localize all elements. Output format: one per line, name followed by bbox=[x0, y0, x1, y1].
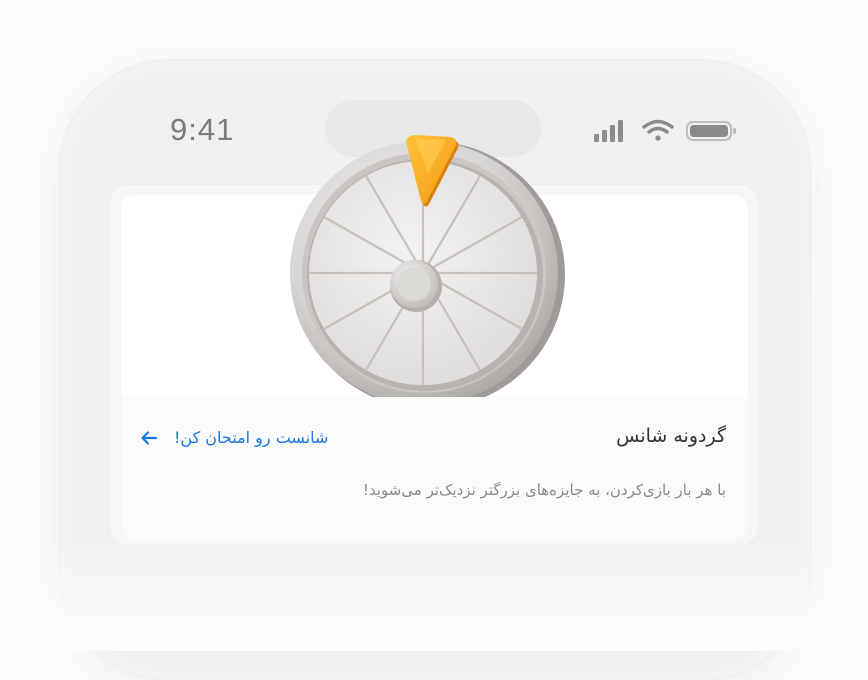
status-icons bbox=[594, 119, 736, 142]
bottom-fade bbox=[0, 540, 868, 651]
try-your-luck-link[interactable]: شانست رو امتحان کن! bbox=[140, 428, 328, 447]
wifi-icon bbox=[642, 119, 674, 141]
wheel-of-fortune-image bbox=[290, 135, 565, 397]
status-time: 9:41 bbox=[170, 112, 235, 147]
card-footer bbox=[121, 395, 748, 540]
try-your-luck-label: شانست رو امتحان کن! bbox=[174, 428, 329, 447]
arrow-left-icon bbox=[141, 430, 158, 445]
battery-icon bbox=[686, 121, 736, 141]
signal-icon bbox=[594, 120, 623, 142]
card-title: گردونه شانس bbox=[616, 425, 726, 447]
card-subtitle: با هر بار بازی‌کردن، به جایزه‌های بزرگتر… bbox=[362, 481, 726, 499]
